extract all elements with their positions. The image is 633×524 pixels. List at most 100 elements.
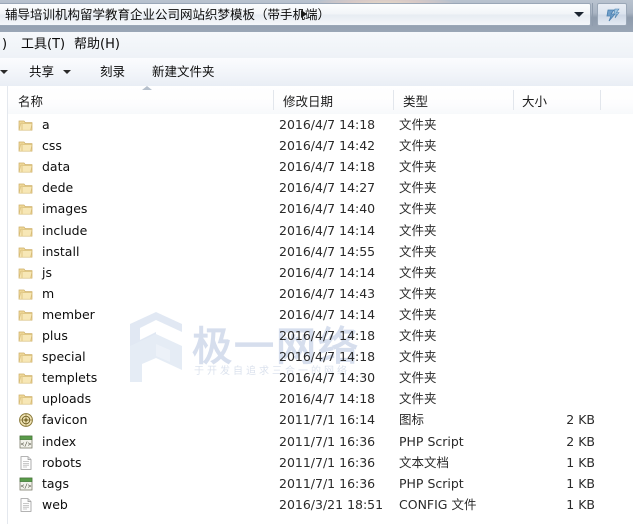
cell-type: 文件夹 [399,370,437,386]
table-row[interactable]: favicon 2011/7/1 16:14 图标 2 KB [8,409,633,430]
folder-icon [18,247,33,258]
cell-name: images [42,201,88,217]
toolbar-button-burn[interactable]: 刻录 [100,63,125,81]
folder-icon [18,289,33,300]
table-row[interactable]: dede 2016/4/7 14:27 文件夹 [8,177,633,198]
column-header-date[interactable]: 修改日期 [283,93,333,110]
table-row[interactable]: plus 2016/4/7 14:18 文件夹 [8,325,633,346]
table-row[interactable]: install 2016/4/7 14:55 文件夹 [8,241,633,262]
cell-name: special [42,349,86,365]
address-bar[interactable]: 辅导培训机构留学教育企业公司网站织梦模板（带手机端） [0,3,591,26]
table-row[interactable]: js 2016/4/7 14:14 文件夹 [8,262,633,283]
row-icon [18,349,34,365]
share-caret-icon[interactable] [63,70,71,74]
table-row[interactable]: </> index 2011/7/1 16:36 PHP Script 2 KB [8,431,633,452]
cell-name: include [42,222,88,238]
chevron-down-icon[interactable] [574,12,584,17]
cell-date: 2016/4/7 14:55 [279,243,376,259]
menu-item-0[interactable]: ) [2,36,7,54]
row-icon [18,455,34,471]
row-icon [18,286,34,302]
column-divider-1[interactable] [273,90,274,110]
cell-date: 2016/4/7 14:14 [279,222,376,238]
cell-type: 文件夹 [399,306,437,322]
cell-date: 2016/4/7 14:30 [279,370,376,386]
favicon-icon [19,413,33,428]
row-icon [18,138,34,154]
cell-type: PHP Script [399,475,464,491]
folder-icon [18,394,33,405]
cell-type: 文件夹 [399,264,437,280]
toolbar-button-new-folder[interactable]: 新建文件夹 [152,63,215,81]
cell-size: 2 KB [566,412,595,428]
toolbar-button-share[interactable]: 共享 [29,63,54,81]
cell-name: tags [42,475,70,491]
column-header-row: 名称 修改日期 类型 大小 [0,86,633,115]
column-divider-2[interactable] [393,90,394,110]
column-header-size[interactable]: 大小 [522,93,547,110]
table-row[interactable]: data 2016/4/7 14:18 文件夹 [8,156,633,177]
table-row[interactable]: member 2016/4/7 14:14 文件夹 [8,304,633,325]
cell-date: 2016/4/7 14:18 [279,159,376,175]
refresh-icon [606,8,620,22]
cell-type: 文件夹 [399,285,437,301]
cell-type: 文件夹 [399,159,437,175]
cell-type: PHP Script [399,433,464,449]
address-bar-separator [592,3,593,26]
refresh-button[interactable] [597,3,627,26]
table-row[interactable]: m 2016/4/7 14:43 文件夹 [8,283,633,304]
cell-date: 2016/4/7 14:42 [279,138,376,154]
list-left-margin [0,86,7,524]
cell-type: CONFIG 文件 [399,496,477,512]
cell-name: a [42,117,50,132]
cell-name: uploads [42,391,92,407]
row-icon [18,180,34,196]
table-row[interactable]: a 2016/4/7 14:18 文件夹 [8,114,633,135]
table-row[interactable]: images 2016/4/7 14:40 文件夹 [8,198,633,219]
file-list[interactable]: 极一网络 于开发自追求三合一的网络 a 2016/4/7 14:18 文件夹 css 2… [8,114,633,524]
column-header-name[interactable]: 名称 [18,93,43,110]
address-bar-path[interactable]: 辅导培训机构留学教育企业公司网站织梦模板（带手机端） [5,7,330,23]
window-titlebar: 辅导培训机构留学教育企业公司网站织梦模板（带手机端） [0,0,633,32]
cell-type: 文件夹 [399,117,437,132]
cell-date: 2016/4/7 14:18 [279,391,376,407]
table-row[interactable]: css 2016/4/7 14:42 文件夹 [8,135,633,156]
column-divider-3[interactable] [513,90,514,110]
cell-name: index [42,433,77,449]
table-row[interactable]: include 2016/4/7 14:14 文件夹 [8,220,633,241]
sort-ascending-icon [142,86,152,90]
cell-date: 2016/4/7 14:43 [279,285,376,301]
text-file-icon [20,455,32,470]
toolbar-overflow-caret-icon[interactable] [0,70,8,74]
cell-date: 2016/4/7 14:14 [279,306,376,322]
table-row[interactable]: templets 2016/4/7 14:30 文件夹 [8,367,633,388]
folder-icon [18,183,33,194]
table-row[interactable]: web 2016/3/21 18:51 CONFIG 文件 1 KB [8,494,633,515]
folder-icon [18,352,33,363]
cell-type: 文件夹 [399,201,437,217]
row-icon [18,412,34,428]
cell-date: 2016/4/7 14:18 [279,328,376,343]
table-row[interactable]: robots 2011/7/1 16:36 文本文档 1 KB [8,452,633,473]
column-header-type[interactable]: 类型 [403,93,428,110]
chevron-right-icon[interactable] [301,10,307,18]
table-row[interactable]: uploads 2016/4/7 14:18 文件夹 [8,388,633,409]
cell-date: 2016/4/7 14:14 [279,264,376,280]
table-row[interactable]: </> tags 2011/7/1 16:36 PHP Script 1 KB [8,473,633,494]
cell-name: robots [42,454,82,470]
cell-date: 2016/4/7 14:18 [279,349,376,365]
row-icon [18,307,34,323]
php-file-icon: </> [19,435,33,448]
menu-item-tools[interactable]: 工具(T) [21,36,65,54]
cell-type: 文本文档 [399,454,450,470]
folder-icon [18,226,33,237]
menu-item-help[interactable]: 帮助(H) [74,36,120,54]
cell-date: 2016/4/7 14:18 [279,117,376,132]
table-row[interactable]: special 2016/4/7 14:18 文件夹 [8,346,633,367]
cell-name: m [42,285,55,301]
cell-name: dede [42,180,74,196]
row-icon: </> [18,434,34,450]
toolbar: 共享 刻录 新建文件夹 [0,58,633,87]
cell-type: 文件夹 [399,328,437,343]
column-divider-4[interactable] [600,90,601,110]
